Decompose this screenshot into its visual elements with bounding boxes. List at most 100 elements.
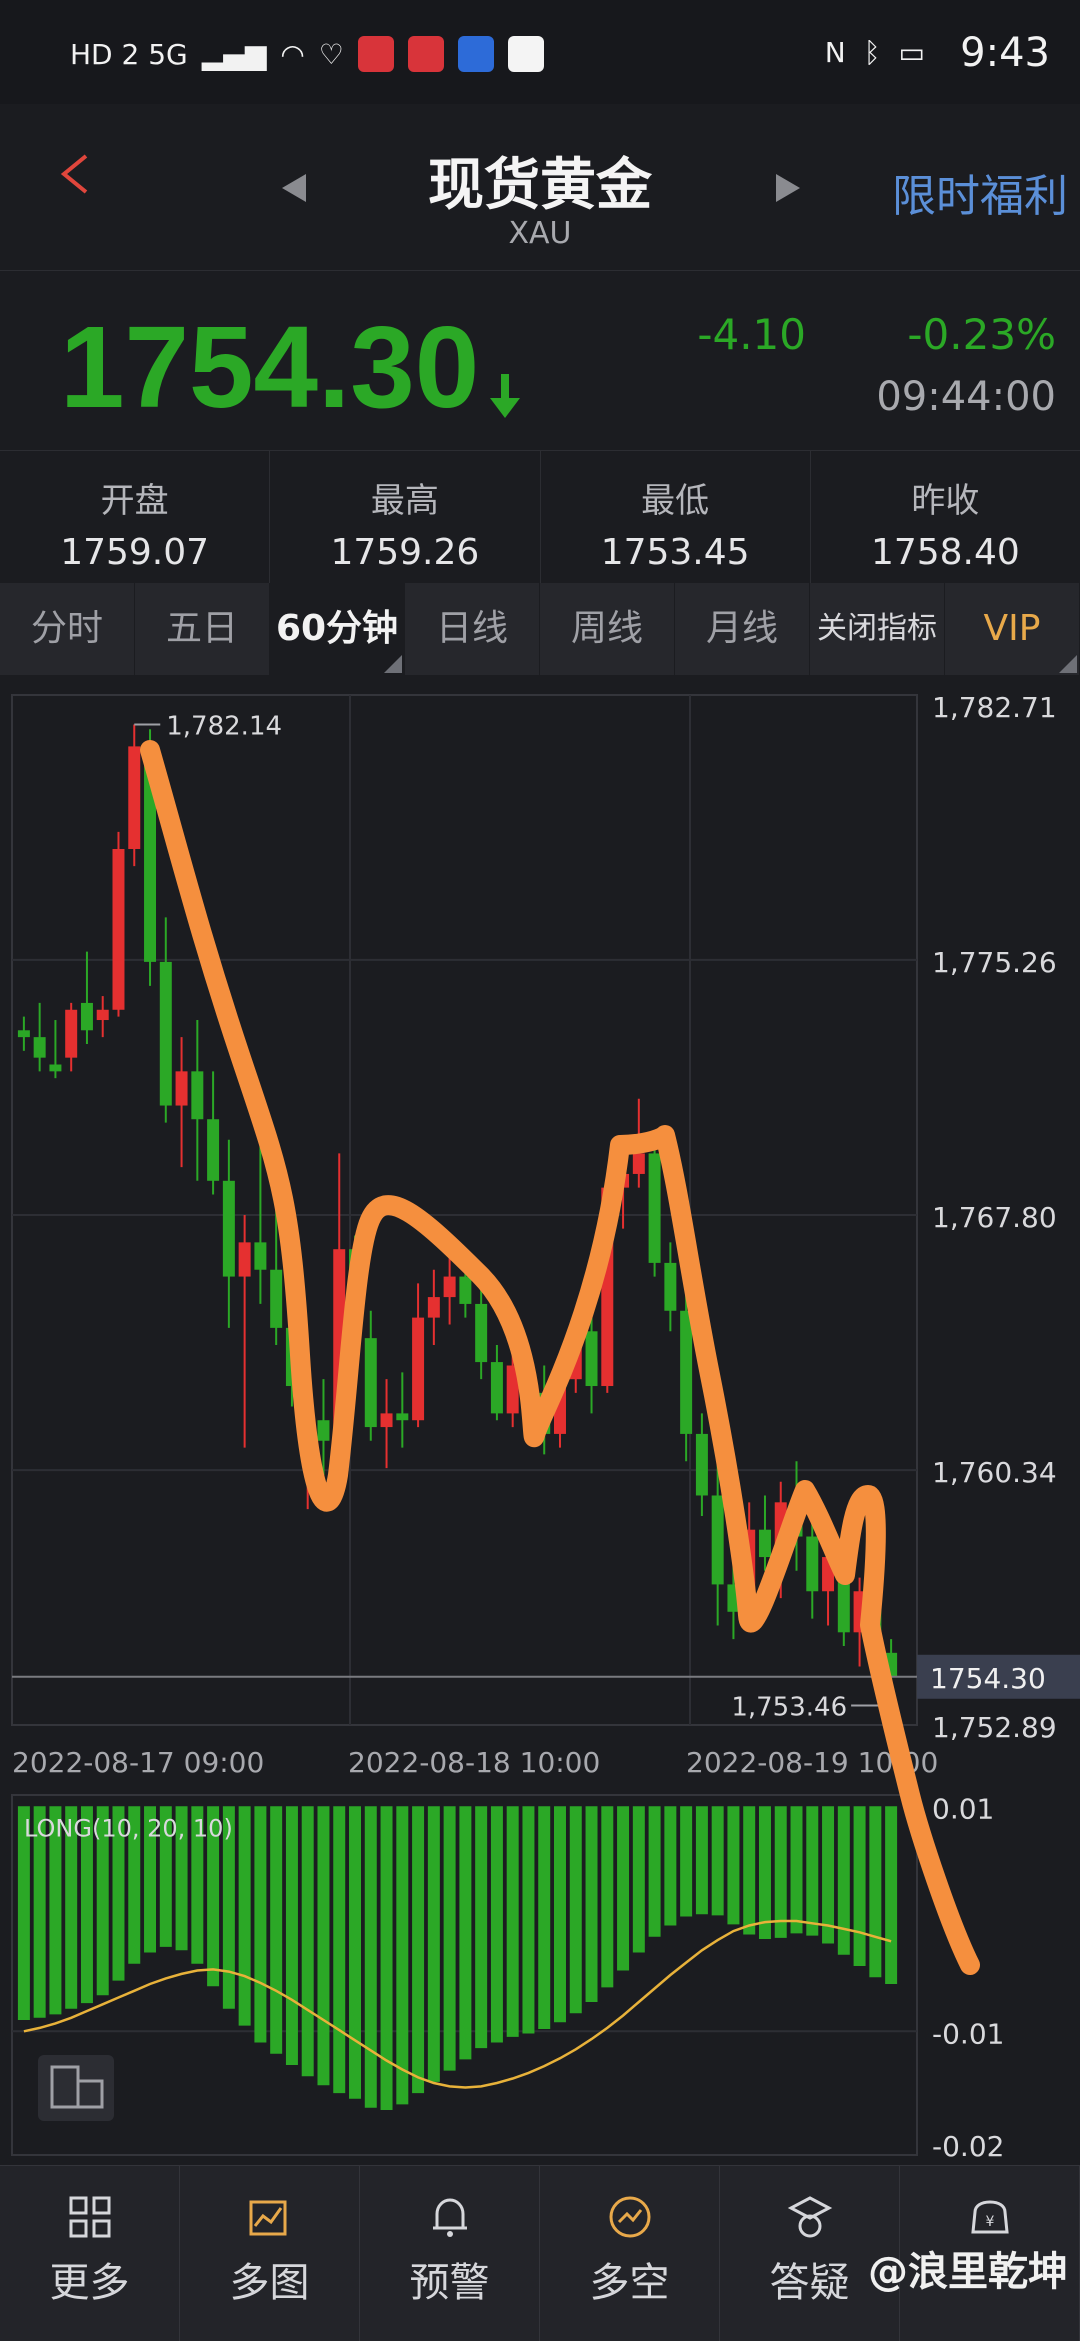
candle-body <box>758 1529 771 1558</box>
indicator-bar <box>553 1806 566 2023</box>
watermark: @浪里乾坤 <box>868 2249 1068 2295</box>
candle-body <box>380 1413 393 1428</box>
candlestick-chart[interactable]: 1,782.71 1,775.26 1,767.80 1,760.34 1,752.89… <box>0 675 1080 2165</box>
y-tick-label: 1,775.26 <box>932 946 1057 979</box>
nav-more[interactable]: 更多 <box>0 2166 180 2341</box>
indicator-bar <box>475 1806 488 2049</box>
candle-body <box>238 1242 251 1277</box>
chart-area[interactable]: 1,782.71 1,775.26 1,767.80 1,760.34 1,752.89… <box>0 675 1080 2165</box>
candle-body <box>80 1002 93 1031</box>
nav-label: 多空 <box>589 2260 670 2306</box>
stat-open: 开盘 1759.07 <box>0 451 271 583</box>
indicator-bar <box>522 1806 535 2034</box>
candle-body <box>680 1310 693 1434</box>
indicator-bar <box>885 1806 898 1984</box>
stat-value: 1759.26 <box>330 532 480 573</box>
candle-body <box>317 1420 330 1441</box>
x-tick-label: 2022-08-18 10:00 <box>348 1746 600 1779</box>
indicator-bar <box>254 1806 267 2043</box>
tab-vip[interactable]: VIP <box>945 583 1080 675</box>
price-change-percent: -0.23% <box>907 310 1056 359</box>
network-indicator: HD 2 5G <box>70 37 188 71</box>
app-badge-icon <box>407 36 444 72</box>
candle-body <box>585 1331 598 1387</box>
tab-label: VIP <box>983 608 1041 649</box>
trend-circle-icon <box>609 2196 650 2238</box>
stat-prev-close: 昨收 1758.40 <box>811 451 1080 583</box>
indicator-bar <box>680 1806 693 1917</box>
indicator-bar <box>380 1806 393 2110</box>
bluetooth-icon: ᛒ <box>863 36 881 69</box>
tab-60min[interactable]: 60分钟 <box>270 583 405 675</box>
hand-drawn-trend-stroke <box>140 740 980 1975</box>
indicator-bar <box>317 1806 330 2086</box>
candle-body <box>222 1180 235 1277</box>
candle-body <box>412 1317 425 1421</box>
indicator-name: LONG(10, 20, 10) <box>24 1814 233 1842</box>
tab-weekly[interactable]: 周线 <box>540 583 675 675</box>
battery-icon: ▭ <box>898 36 925 69</box>
price-panel: 1754.30 -4.10 -0.23% 09:44:00 <box>0 270 1080 451</box>
candle-body <box>33 1037 46 1058</box>
nfc-icon: N <box>824 36 846 69</box>
indicator-bar <box>822 1806 835 1944</box>
multi-chart-icon <box>249 2200 286 2236</box>
period-tabs: 分时 五日 60分钟 日线 周线 月线 关闭指标 VIP <box>0 583 1080 675</box>
candle-body <box>175 1071 188 1106</box>
promo-link[interactable]: 限时福利 <box>892 160 1068 224</box>
indicator-bar <box>506 1806 519 2037</box>
candle-body <box>159 961 172 1106</box>
candle-body <box>711 1495 724 1585</box>
current-price: 1754.30 <box>60 302 480 432</box>
stat-value: 1759.07 <box>60 532 210 573</box>
stats-row: 开盘 1759.07 最高 1759.26 最低 1753.45 昨收 1758… <box>0 451 1080 583</box>
app-badge-icon <box>357 36 394 72</box>
indicator-bar <box>538 1806 551 2029</box>
next-instrument-icon[interactable] <box>776 174 800 202</box>
candle-body <box>207 1119 220 1181</box>
candle-body <box>49 1064 62 1072</box>
indicator-bar <box>664 1806 677 1926</box>
tab-five-day[interactable]: 五日 <box>135 583 270 675</box>
rotate-screen-button[interactable] <box>38 2055 114 2121</box>
tab-intraday[interactable]: 分时 <box>0 583 135 675</box>
indicator-bar <box>869 1806 882 1978</box>
stat-label: 最高 <box>370 481 439 521</box>
indicator-bar <box>459 1806 472 2060</box>
indicator-bar <box>569 1806 582 2014</box>
indicator-bar <box>727 1806 740 1925</box>
nav-alert[interactable]: 预警 <box>360 2166 540 2341</box>
heart-icon: ♡ <box>318 37 344 71</box>
stat-low: 最低 1753.45 <box>541 451 811 583</box>
indicator-bar <box>349 1806 362 2099</box>
candle-body <box>270 1269 283 1328</box>
candle-body <box>459 1276 472 1304</box>
nav-label: 多图 <box>229 2260 310 2306</box>
tab-daily[interactable]: 日线 <box>405 583 540 675</box>
clock: 9:43 <box>960 30 1050 76</box>
candle-body <box>695 1433 708 1496</box>
nav-long-short[interactable]: 多空 <box>540 2166 720 2341</box>
candle-body <box>632 1153 645 1174</box>
nav-label: 预警 <box>409 2260 490 2306</box>
tab-monthly[interactable]: 月线 <box>675 583 810 675</box>
indicator-bar <box>396 1806 409 2105</box>
stat-value: 1758.40 <box>870 532 1020 573</box>
candle-body <box>17 1030 30 1038</box>
indicator-bar <box>585 1806 598 2002</box>
price-change: -4.10 <box>697 310 806 359</box>
indicator-bar <box>774 1806 787 1938</box>
tab-label: 60分钟 <box>275 608 399 649</box>
status-left: HD 2 5G ▂▄▆ ◠ ♡ <box>70 36 544 72</box>
svg-text:¥: ¥ <box>985 2214 994 2230</box>
bell-icon <box>432 2198 467 2237</box>
tab-close-indicator[interactable]: 关闭指标 <box>810 583 945 675</box>
indicator-bar <box>632 1806 645 1953</box>
signal-icon: ▂▄▆ <box>201 37 267 71</box>
y-tick-label: 1,760.34 <box>932 1456 1057 1489</box>
indicator-bar <box>364 1806 377 2108</box>
nav-multi-chart[interactable]: 多图 <box>180 2166 360 2341</box>
candle-body <box>664 1262 677 1311</box>
indicator-bar <box>427 1806 440 2082</box>
indicator-bar <box>601 1806 614 1988</box>
